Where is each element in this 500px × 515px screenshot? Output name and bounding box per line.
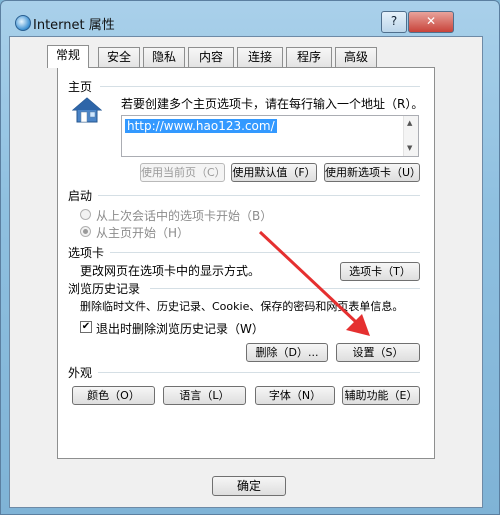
delete-history-button[interactable]: 删除（D）... [246,343,328,362]
languages-button[interactable]: 语言（L） [163,386,246,405]
history-settings-button[interactable]: 设置（S） [336,343,420,362]
homepage-url-textarea[interactable]: http://www.hao123.com/ ▲ ▼ [121,115,419,157]
homepage-url-value: http://www.hao123.com/ [125,119,277,133]
radio-last-session-label: 从上次会话中的选项卡开始（B） [96,209,273,223]
scroll-up-icon[interactable]: ▲ [407,119,412,127]
delete-on-exit-label: 退出时删除浏览历史记录（W） [96,322,264,336]
tab-privacy[interactable]: 隐私 [143,47,185,67]
appearance-section-label: 外观 [68,366,93,380]
tab-programs[interactable]: 程序 [286,47,332,67]
title-bar[interactable]: Internet 属性 ? ✕ [1,1,499,39]
close-button[interactable]: ✕ [408,11,454,33]
divider [98,195,420,196]
fonts-button[interactable]: 字体（N） [255,386,335,405]
tab-general[interactable]: 常规 [47,45,89,68]
colors-button[interactable]: 颜色（O） [72,386,155,405]
radio-homepage[interactable] [80,226,91,237]
scroll-down-icon[interactable]: ▼ [407,144,412,152]
house-icon [72,97,102,123]
divider [100,86,420,87]
divider [110,252,420,253]
radio-homepage-label: 从主页开始（H） [96,226,190,240]
tabs-section-label: 选项卡 [68,246,105,260]
divider [150,288,420,289]
ie-globe-icon [15,15,31,31]
tab-content[interactable]: 内容 [188,47,234,67]
accessibility-button[interactable]: 辅助功能（E） [342,386,420,405]
tabs-description: 更改网页在选项卡中的显示方式。 [80,264,261,278]
help-button[interactable]: ? [381,11,407,33]
tab-connections[interactable]: 连接 [237,47,283,67]
history-description: 删除临时文件、历史记录、Cookie、保存的密码和网页表单信息。 [80,300,404,313]
tab-advanced[interactable]: 高级 [335,47,377,67]
window-title: Internet 属性 [33,18,115,33]
divider [98,372,420,373]
textarea-scrollbar[interactable]: ▲ ▼ [403,116,418,156]
use-default-button[interactable]: 使用默认值（F） [231,163,317,182]
startup-section-label: 启动 [68,189,93,203]
tabs-settings-button[interactable]: 选项卡（T） [340,262,420,281]
homepage-instruction: 若要创建多个主页选项卡，请在每行输入一个地址（R）。 [121,97,424,111]
use-new-tab-button[interactable]: 使用新选项卡（U） [324,163,421,182]
ok-button[interactable]: 确定 [212,476,286,496]
use-current-button[interactable]: 使用当前页（C） [140,163,226,182]
homepage-section-label: 主页 [68,80,93,94]
delete-on-exit-checkbox[interactable]: ✔ [80,321,92,333]
radio-last-session[interactable] [80,209,91,220]
history-section-label: 浏览历史记录 [68,282,141,296]
tab-security[interactable]: 安全 [98,47,140,67]
